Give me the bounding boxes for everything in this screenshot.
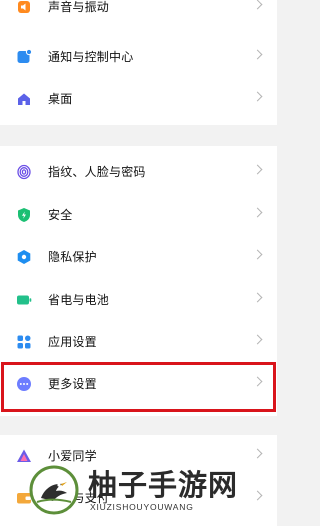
chevron-right-icon: [252, 334, 263, 345]
watermark-subtitle: XIUZISHOUYOUWANG: [90, 502, 194, 512]
fingerprint-face-password-label: 指纹、人脸与密码: [48, 165, 146, 179]
watermark-title: 柚子手游网: [88, 468, 239, 502]
more-dots-icon: [16, 376, 32, 392]
desktop-item[interactable]: 桌面: [0, 78, 277, 120]
sound-vibration-label: 声音与振动: [48, 0, 110, 14]
battery-icon: [16, 292, 32, 308]
watermark: 柚子手游网 XIUZISHOUYOUWANG: [28, 460, 273, 520]
privacy-item[interactable]: 隐私保护: [0, 236, 277, 278]
security-label: 安全: [48, 208, 73, 222]
chevron-right-icon: [252, 0, 263, 10]
fingerprint-face-password-item[interactable]: 指纹、人脸与密码: [0, 151, 277, 193]
settings-group-2: 指纹、人脸与密码 安全 隐私保护 省电与电池 应用设置 更多设置: [0, 146, 277, 416]
app-settings-item[interactable]: 应用设置: [0, 321, 277, 363]
chevron-right-icon: [252, 207, 263, 218]
battery-label: 省电与电池: [48, 293, 110, 307]
desktop-label: 桌面: [48, 92, 73, 106]
chevron-right-icon: [252, 376, 263, 387]
app-settings-label: 应用设置: [48, 335, 97, 349]
shield-icon: [16, 207, 32, 223]
security-item[interactable]: 安全: [0, 194, 277, 236]
chevron-right-icon: [252, 91, 263, 102]
chevron-right-icon: [252, 164, 263, 175]
watermark-logo-icon: [28, 464, 80, 516]
chevron-right-icon: [252, 448, 263, 459]
chevron-right-icon: [252, 49, 263, 60]
settings-group-1: 声音与振动 通知与控制中心 桌面: [0, 0, 277, 125]
more-settings-item[interactable]: 更多设置: [0, 363, 277, 405]
battery-item[interactable]: 省电与电池: [0, 279, 277, 321]
chevron-right-icon: [252, 249, 263, 260]
privacy-icon: [16, 249, 32, 265]
notification-icon: [16, 48, 33, 65]
notification-control-item[interactable]: 通知与控制中心: [0, 36, 277, 78]
home-icon: [16, 91, 32, 107]
privacy-label: 隐私保护: [48, 250, 97, 264]
notification-control-label: 通知与控制中心: [48, 50, 134, 64]
chevron-right-icon: [252, 292, 263, 303]
speaker-icon: [16, 0, 32, 15]
apps-icon: [16, 334, 32, 350]
settings-screen: 声音与振动 通知与控制中心 桌面 指纹、人脸与密码 安全 隐私保护 省电与电池 …: [0, 0, 277, 526]
fingerprint-icon: [16, 164, 32, 180]
more-settings-label: 更多设置: [48, 377, 97, 391]
sound-vibration-item[interactable]: 声音与振动: [0, 0, 277, 28]
